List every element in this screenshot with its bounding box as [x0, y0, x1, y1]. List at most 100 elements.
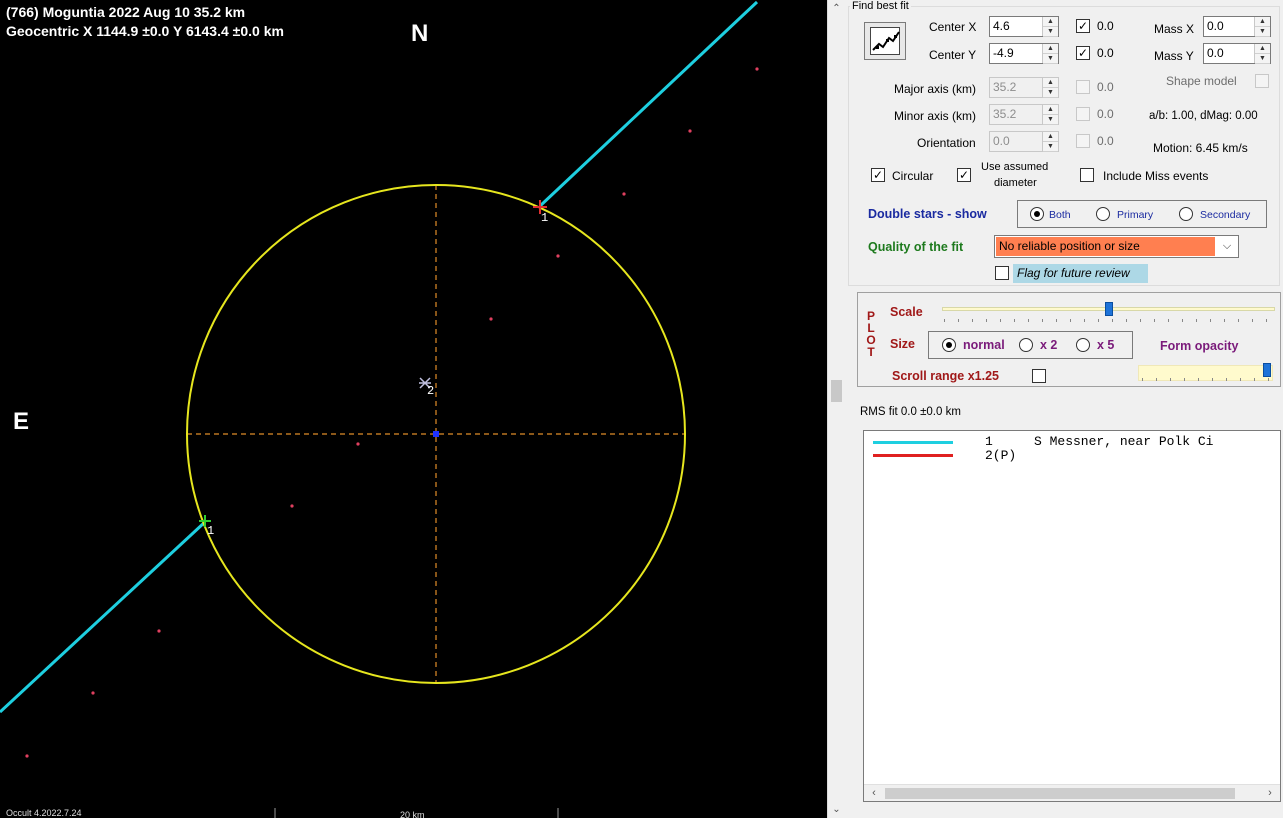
occultation-plot[interactable]: (766) Moguntia 2022 Aug 10 35.2 km Geoce…: [0, 0, 827, 818]
major-axis-checkbox[interactable]: [1076, 80, 1090, 94]
spin-up-icon[interactable]: ▲: [1043, 78, 1058, 88]
scroll-range-label: Scroll range x1.25: [892, 369, 1000, 383]
minor-axis-value[interactable]: 35.2: [990, 105, 1042, 124]
form-opacity-label: Form opacity: [1160, 339, 1239, 353]
opacity-slider-ticks: [1142, 378, 1270, 381]
plot-title-line1: (766) Moguntia 2022 Aug 10 35.2 km: [6, 4, 246, 20]
include-miss-checkbox[interactable]: [1080, 168, 1094, 182]
opacity-slider-thumb[interactable]: [1263, 363, 1271, 377]
center-x-check-value: 0.0: [1097, 19, 1114, 33]
radio-size-x2-label: x 2: [1040, 338, 1058, 352]
orientation-checkbox[interactable]: [1076, 134, 1090, 148]
radio-secondary[interactable]: [1179, 207, 1193, 221]
size-label: Size: [890, 337, 916, 351]
shape-model-checkbox[interactable]: [1255, 74, 1269, 88]
center-y-spinner[interactable]: -4.9 ▲ ▼: [989, 43, 1059, 64]
radio-size-x2[interactable]: [1019, 338, 1033, 352]
find-best-fit-label: Find best fit: [850, 0, 911, 12]
spin-up-icon[interactable]: ▲: [1043, 132, 1058, 142]
radio-primary-label: Primary: [1117, 209, 1154, 221]
spin-up-icon[interactable]: ▲: [1255, 44, 1270, 54]
scroll-range-checkbox[interactable]: [1032, 369, 1046, 383]
orientation-value[interactable]: 0.0: [990, 132, 1042, 151]
version-label: Occult 4.2022.7.24: [6, 808, 82, 818]
center-x-spinner[interactable]: 4.6 ▲ ▼: [989, 16, 1059, 37]
spin-down-icon[interactable]: ▼: [1043, 88, 1058, 98]
minor-axis-spinner[interactable]: 35.2 ▲ ▼: [989, 104, 1059, 125]
major-axis-spinner[interactable]: 35.2 ▲ ▼: [989, 77, 1059, 98]
scroll-right-icon[interactable]: ›: [1263, 785, 1277, 802]
quality-dropdown[interactable]: No reliable position or size ⌵: [994, 235, 1239, 258]
mass-x-spinner[interactable]: 0.0 ▲ ▼: [1203, 16, 1271, 37]
fit-control-panel: Find best fit Center X 4.6 ▲ ▼ ✓ 0.0 Mass…: [844, 0, 1283, 818]
mass-y-label: Mass Y: [1154, 49, 1194, 63]
minor-axis-check-value: 0.0: [1097, 107, 1114, 121]
minor-axis-checkbox[interactable]: [1076, 107, 1090, 121]
ab-dmag-readout: a/b: 1.00, dMag: 0.00: [1149, 110, 1258, 122]
chevron-down-icon[interactable]: ⌵: [1216, 236, 1238, 257]
center-marker: [433, 431, 439, 437]
spin-down-icon[interactable]: ▼: [1255, 27, 1270, 37]
check-icon: ✓: [1077, 46, 1089, 60]
legend-num-2: 2(P): [985, 448, 1017, 463]
spin-up-icon[interactable]: ▲: [1043, 17, 1058, 27]
use-assumed-label-line2: diameter: [994, 177, 1037, 189]
orientation-label: Orientation: [917, 136, 976, 150]
quality-label: Quality of the fit: [868, 240, 964, 254]
center-y-checkbox[interactable]: ✓: [1076, 46, 1090, 60]
legend-hscrollbar[interactable]: ‹ ›: [864, 784, 1280, 801]
legend-num-1: 1: [985, 434, 993, 449]
scroll-thumb[interactable]: [831, 380, 842, 402]
use-assumed-diameter-checkbox[interactable]: ✓: [957, 168, 971, 182]
check-icon: ✓: [1077, 19, 1089, 33]
chord-line-1-east: [538, 0, 759, 208]
plot-vertical-label: P L O T: [866, 310, 876, 358]
major-axis-value[interactable]: 35.2: [990, 78, 1042, 97]
spin-down-icon[interactable]: ▼: [1255, 54, 1270, 64]
spin-up-icon[interactable]: ▲: [1255, 17, 1270, 27]
chord-label-2: 2: [427, 384, 435, 398]
radio-both[interactable]: [1030, 207, 1044, 221]
radio-size-x5[interactable]: [1076, 338, 1090, 352]
radio-primary[interactable]: [1096, 207, 1110, 221]
spin-down-icon[interactable]: ▼: [1043, 54, 1058, 64]
scale-bar-label: 20 km: [400, 810, 425, 818]
scroll-up-icon[interactable]: ⌃: [828, 0, 845, 17]
mass-y-value[interactable]: 0.0: [1204, 44, 1254, 63]
center-x-checkbox[interactable]: ✓: [1076, 19, 1090, 33]
spin-up-icon[interactable]: ▲: [1043, 44, 1058, 54]
find-best-fit-button[interactable]: [864, 22, 906, 60]
radio-size-normal[interactable]: [942, 338, 956, 352]
flag-review-label: Flag for future review: [1013, 264, 1148, 283]
center-x-value[interactable]: 4.6: [990, 17, 1042, 36]
spin-down-icon[interactable]: ▼: [1043, 27, 1058, 37]
chord-label-1-east: 1: [541, 211, 549, 225]
spin-down-icon[interactable]: ▼: [1043, 142, 1058, 152]
radio-both-label: Both: [1049, 209, 1071, 221]
compass-north-label: N: [411, 20, 429, 47]
orientation-spinner[interactable]: 0.0 ▲ ▼: [989, 131, 1059, 152]
rms-fit-readout: RMS fit 0.0 ±0.0 km: [860, 406, 961, 418]
use-assumed-label-line1: Use assumed: [981, 161, 1049, 173]
spin-down-icon[interactable]: ▼: [1043, 115, 1058, 125]
scroll-down-icon[interactable]: ⌄: [828, 801, 845, 818]
spin-up-icon[interactable]: ▲: [1043, 105, 1058, 115]
legend-hscroll-thumb[interactable]: [885, 788, 1235, 799]
flag-review-checkbox[interactable]: [995, 266, 1009, 280]
circular-label: Circular: [892, 169, 934, 183]
scale-slider-thumb[interactable]: [1104, 302, 1113, 316]
legend-line-1: [873, 441, 953, 444]
observer-legend-list[interactable]: 1 S Messner, near Polk Ci 2(P) ‹ ›: [863, 430, 1281, 802]
panel-scrollbar[interactable]: ⌃ ⌄: [827, 0, 844, 818]
mass-y-spinner[interactable]: 0.0 ▲ ▼: [1203, 43, 1271, 64]
circular-checkbox[interactable]: ✓: [871, 168, 885, 182]
check-icon: ✓: [958, 168, 970, 182]
mass-x-value[interactable]: 0.0: [1204, 17, 1254, 36]
scroll-left-icon[interactable]: ‹: [867, 785, 881, 802]
plot-title-line2: Geocentric X 1144.9 ±0.0 Y 6143.4 ±0.0 k…: [6, 23, 284, 39]
path-points: [25, 67, 759, 758]
center-x-label: Center X: [929, 20, 977, 34]
center-y-value[interactable]: -4.9: [990, 44, 1042, 63]
center-y-check-value: 0.0: [1097, 46, 1114, 60]
plot-canvas: [0, 0, 759, 818]
